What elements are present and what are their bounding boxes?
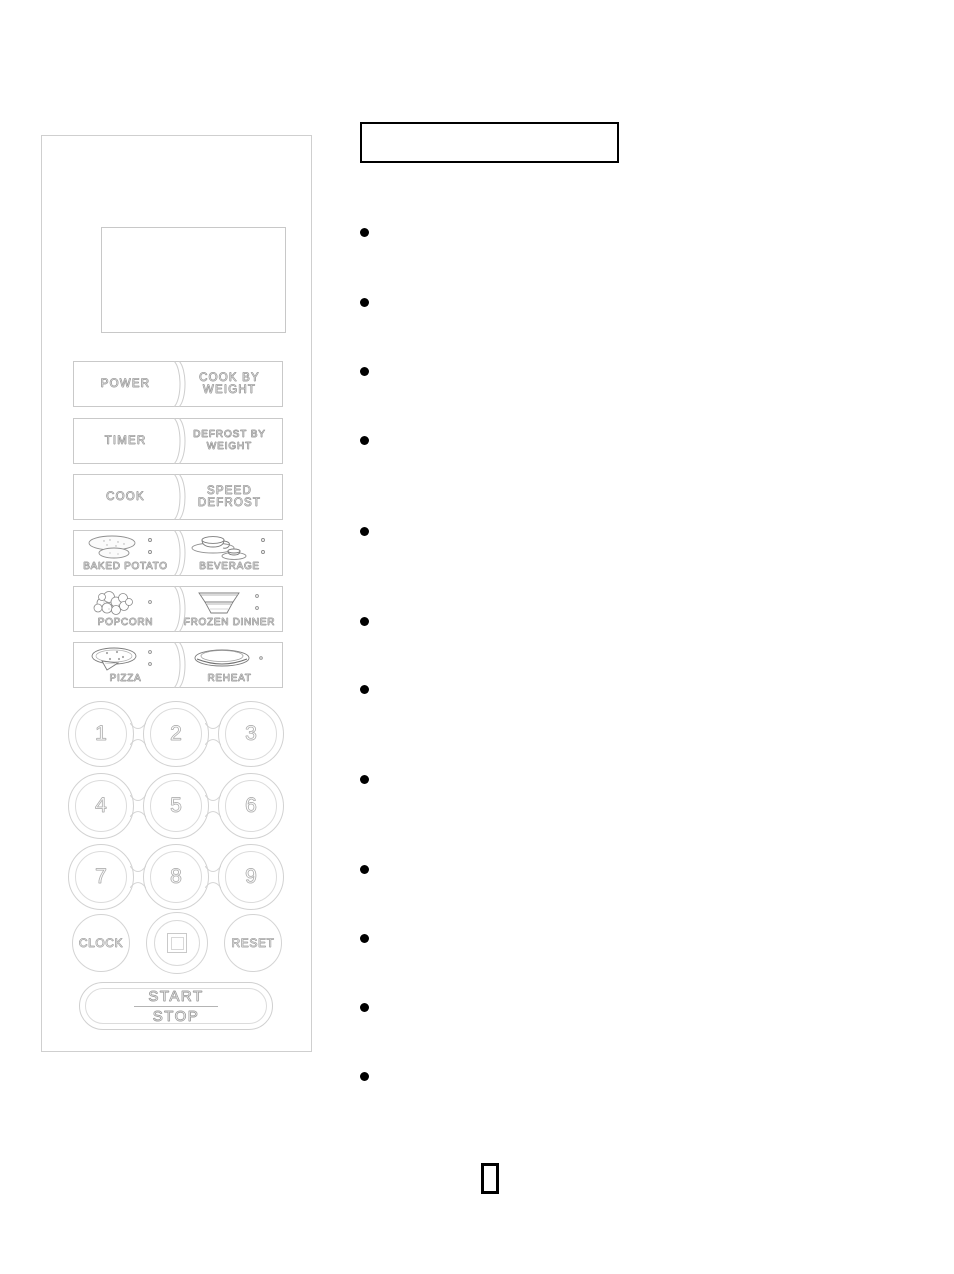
function-row-power: POWER COOK BY WEIGHT (73, 361, 283, 407)
keypad-row: 4 5 6 (68, 773, 288, 839)
start-stop-button[interactable]: START STOP (79, 982, 273, 1030)
power-button-label: POWER (100, 377, 151, 390)
keypad-button-8[interactable]: 8 (143, 844, 209, 910)
pizza-slice-icon (74, 645, 177, 673)
bullet-dot-icon (360, 367, 369, 376)
keypad-row: 7 8 9 (68, 844, 288, 910)
bullet-dot-icon (360, 617, 369, 626)
keypad-button-5-label: 5 (170, 794, 182, 818)
list-item (360, 1069, 920, 1081)
beverage-cup-icon (177, 533, 282, 561)
popcorn-button[interactable]: POPCORN (73, 586, 177, 632)
bullet-dot-icon (360, 1003, 369, 1012)
popcorn-button-label: POPCORN (97, 617, 154, 629)
bullet-dot-icon (360, 865, 369, 874)
keypad-button-4-label: 4 (95, 794, 107, 818)
popcorn-icon (74, 589, 177, 617)
keypad-button-2-label: 2 (170, 722, 182, 746)
zero-button[interactable] (146, 912, 208, 974)
section-header-box (360, 122, 619, 163)
function-row-baked-potato: BAKED POTATO BEVERAGE (73, 530, 283, 576)
frozen-dinner-icon (177, 589, 282, 617)
keypad-button-2[interactable]: 2 (143, 701, 209, 767)
list-item (360, 862, 920, 874)
bullet-dot-icon (360, 1072, 369, 1081)
list-item (360, 225, 920, 237)
keypad-button-9[interactable]: 9 (218, 844, 284, 910)
keypad-button-5[interactable]: 5 (143, 773, 209, 839)
keypad-button-1[interactable]: 1 (68, 701, 134, 767)
keypad-button-3-label: 3 (245, 722, 257, 746)
baked-potato-button-label: BAKED POTATO (83, 561, 168, 573)
list-item (360, 295, 920, 307)
bullet-dot-icon (360, 934, 369, 943)
cook-button-label: COOK (106, 490, 145, 503)
cook-button[interactable]: COOK (73, 474, 177, 520)
list-item (360, 364, 920, 376)
pizza-button-label: PIZZA (109, 673, 142, 685)
keypad-button-3[interactable]: 3 (218, 701, 284, 767)
list-item (360, 1000, 920, 1012)
speed-defrost-button-label: SPEED DEFROST (197, 484, 262, 509)
reheat-button[interactable]: REHEAT (177, 642, 283, 688)
cook-by-weight-button[interactable]: COOK BY WEIGHT (177, 361, 283, 407)
beverage-button-label: BEVERAGE (199, 561, 260, 573)
clock-button[interactable]: CLOCK (72, 914, 130, 972)
beverage-button[interactable]: BEVERAGE (177, 530, 283, 576)
function-row-timer: TIMER DEFROST BY WEIGHT (73, 418, 283, 464)
keypad-button-9-label: 9 (245, 865, 257, 889)
list-item (360, 433, 920, 445)
stop-label: STOP (152, 1007, 200, 1025)
list-item (360, 614, 920, 626)
bottom-key-row: CLOCK RESET (72, 912, 287, 976)
function-row-cook: COOK SPEED DEFROST (73, 474, 283, 520)
start-label: START (148, 987, 204, 1005)
bullet-dot-icon (360, 436, 369, 445)
cook-by-weight-button-label: COOK BY WEIGHT (199, 371, 260, 396)
bullet-dot-icon (360, 228, 369, 237)
list-item (360, 931, 920, 943)
list-item (360, 772, 920, 784)
baked-potato-icon (74, 533, 177, 561)
list-item (360, 682, 920, 694)
pizza-button[interactable]: PIZZA (73, 642, 177, 688)
keypad-row: 1 2 3 (68, 701, 288, 767)
numeric-keypad: 1 2 3 4 5 6 7 8 9 (68, 701, 288, 916)
keypad-button-8-label: 8 (170, 865, 182, 889)
display-window (101, 227, 286, 333)
timer-button-label: TIMER (104, 434, 147, 447)
missing-glyph-box (481, 1163, 499, 1194)
keypad-button-1-label: 1 (95, 722, 107, 746)
reheat-button-label: REHEAT (207, 673, 252, 685)
speed-defrost-button[interactable]: SPEED DEFROST (177, 474, 283, 520)
keypad-button-7-label: 7 (95, 865, 107, 889)
reset-button[interactable]: RESET (224, 914, 282, 972)
page-canvas: POWER COOK BY WEIGHT TIMER DEFROST BY WE… (0, 0, 954, 1274)
bullet-dot-icon (360, 527, 369, 536)
function-row-pizza: PIZZA REHEAT (73, 642, 283, 688)
keypad-button-4[interactable]: 4 (68, 773, 134, 839)
microwave-control-panel: POWER COOK BY WEIGHT TIMER DEFROST BY WE… (41, 135, 312, 1052)
keypad-button-6-label: 6 (245, 794, 257, 818)
bullet-dot-icon (360, 685, 369, 694)
function-row-popcorn: POPCORN FROZEN DINNER (73, 586, 283, 632)
bullet-dot-icon (360, 298, 369, 307)
defrost-by-weight-button[interactable]: DEFROST BY WEIGHT (177, 418, 283, 464)
start-stop-divider (134, 1005, 218, 1007)
keypad-button-7[interactable]: 7 (68, 844, 134, 910)
reheat-plate-icon (177, 645, 282, 673)
square-icon (167, 933, 187, 953)
defrost-by-weight-button-label: DEFROST BY WEIGHT (193, 428, 266, 452)
frozen-dinner-button[interactable]: FROZEN DINNER (177, 586, 283, 632)
keypad-button-6[interactable]: 6 (218, 773, 284, 839)
bullet-dot-icon (360, 775, 369, 784)
baked-potato-button[interactable]: BAKED POTATO (73, 530, 177, 576)
power-button[interactable]: POWER (73, 361, 177, 407)
reset-button-label: RESET (231, 936, 275, 951)
clock-button-label: CLOCK (78, 936, 124, 951)
list-item (360, 524, 920, 536)
timer-button[interactable]: TIMER (73, 418, 177, 464)
frozen-dinner-button-label: FROZEN DINNER (183, 617, 276, 629)
